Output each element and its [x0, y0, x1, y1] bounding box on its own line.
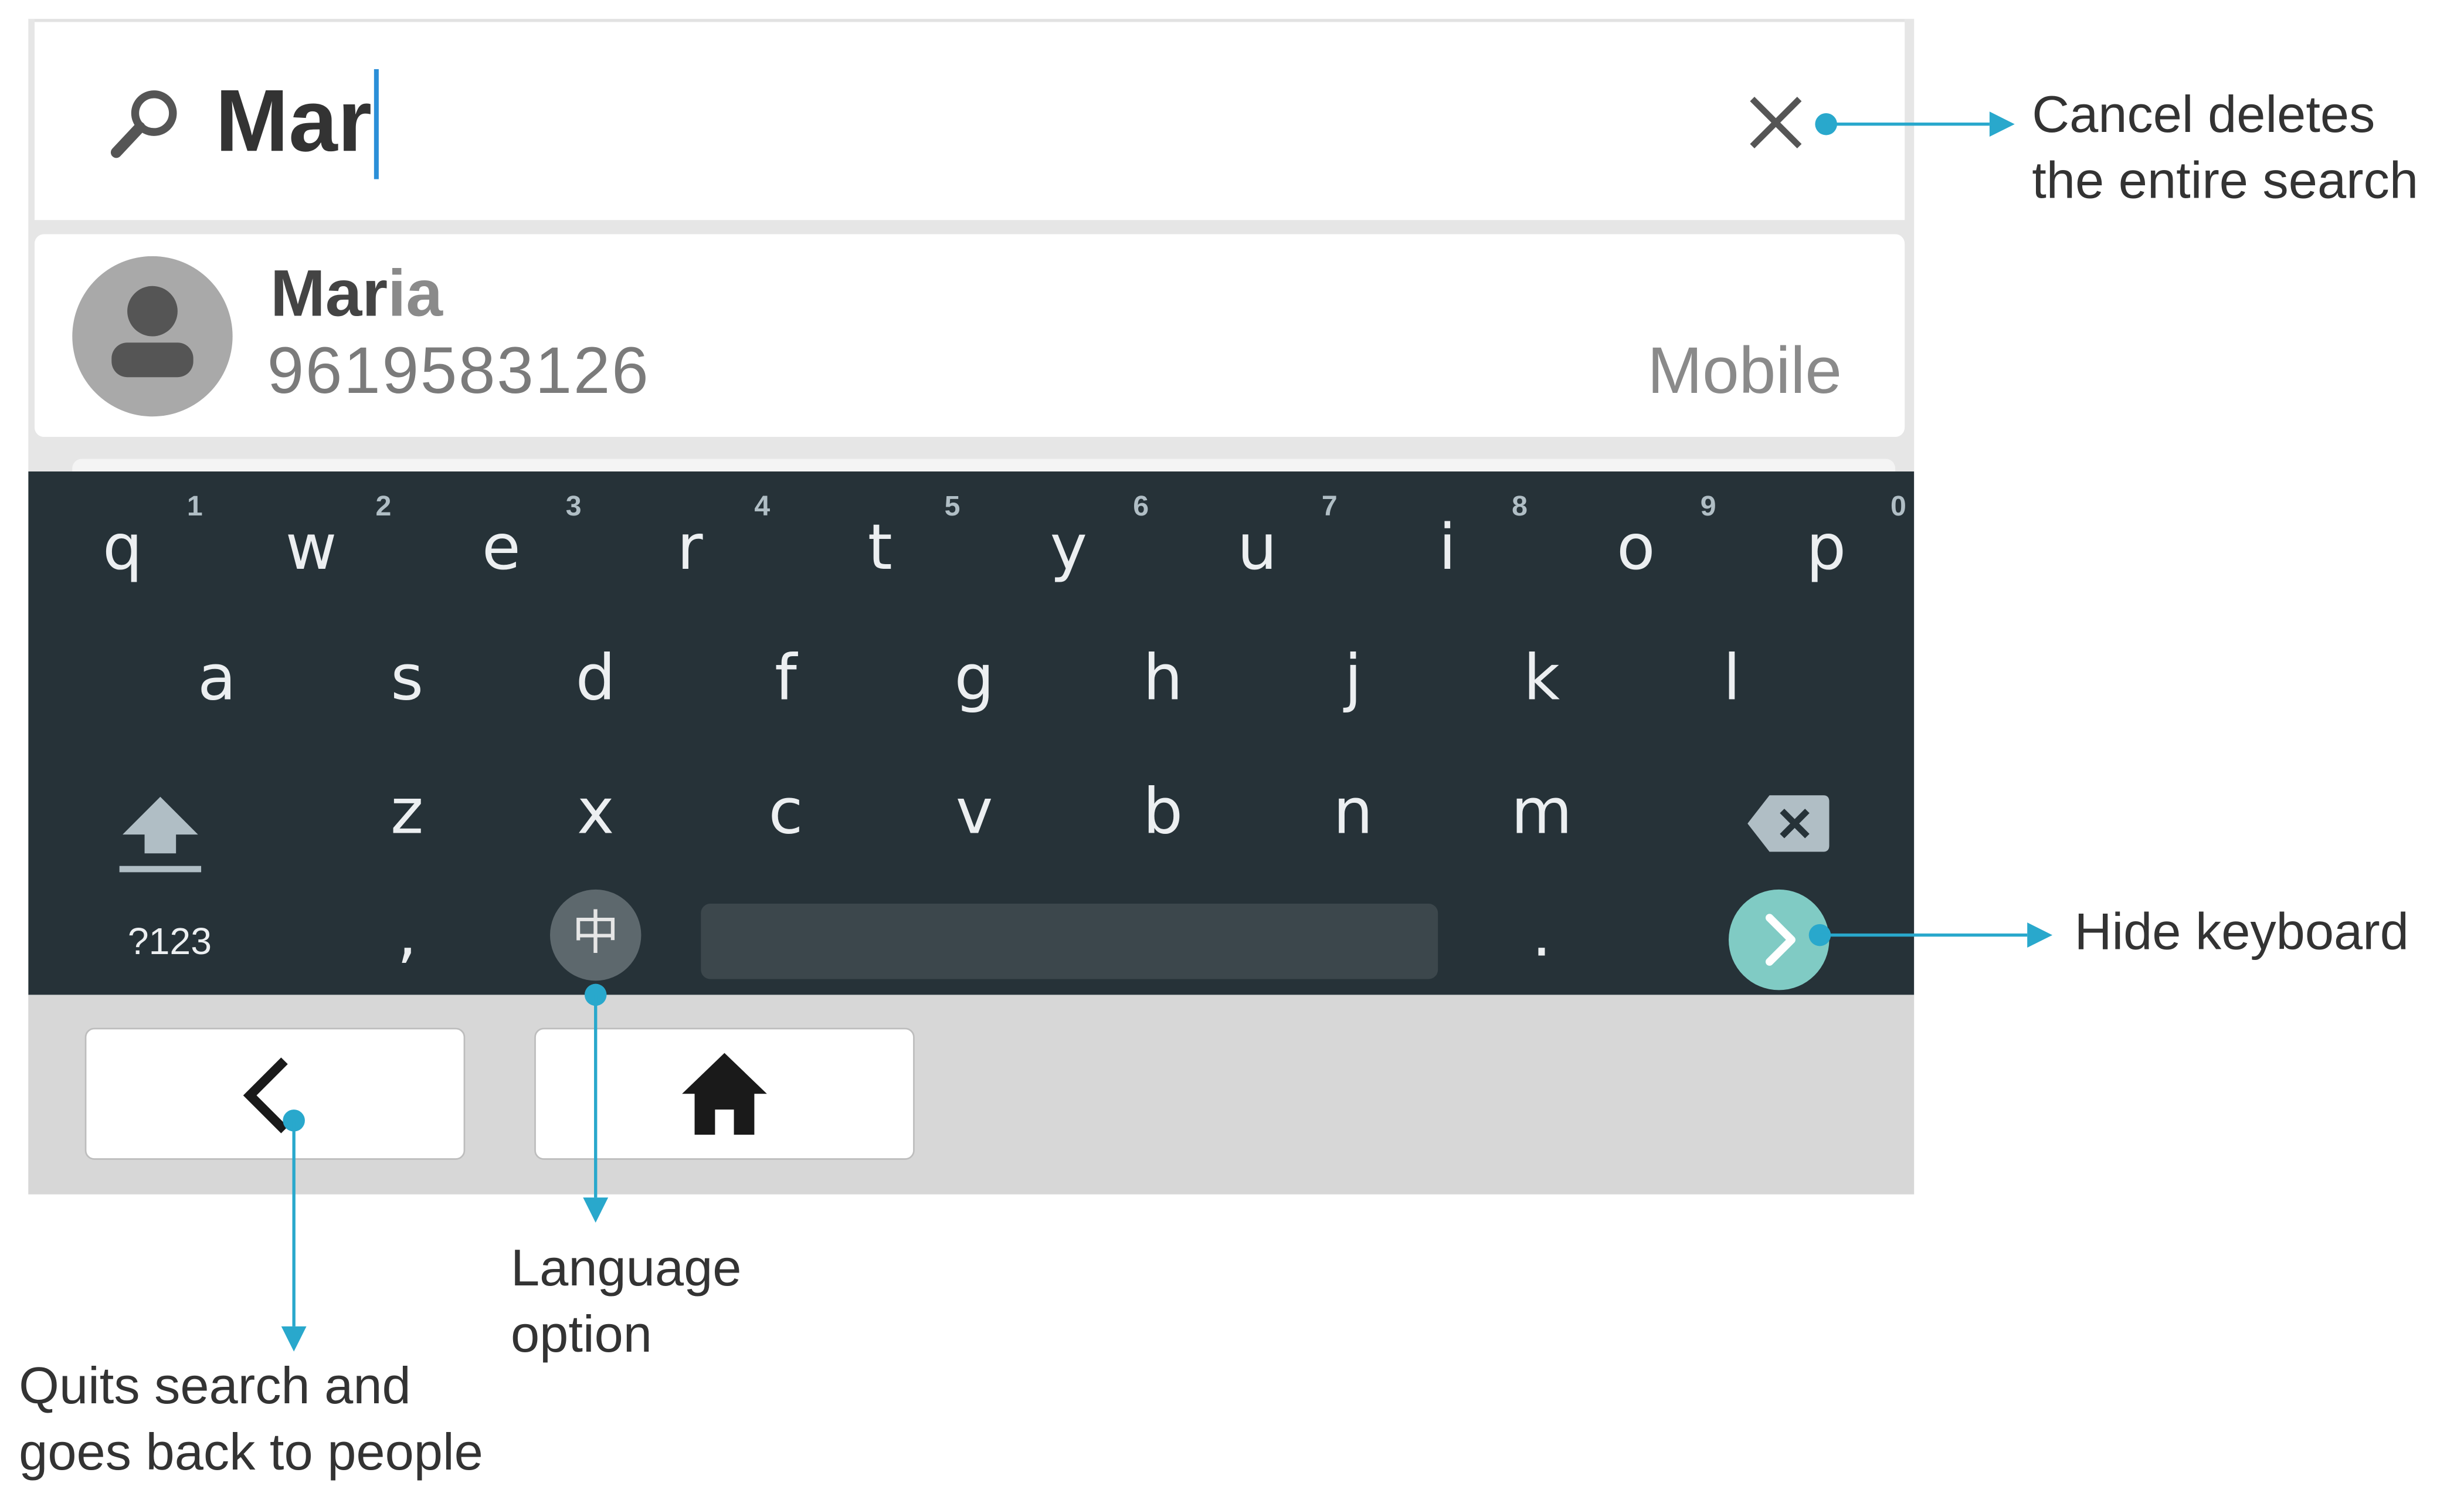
language-annotation: Language option	[511, 1235, 741, 1367]
quit-annotation-line2: goes back to people	[19, 1422, 483, 1481]
hide-keyboard-annotation: Hide keyboard	[2074, 902, 2409, 961]
cancel-annotation-line2: the entire search	[2032, 151, 2419, 209]
language-annotation-line2: option	[511, 1304, 652, 1363]
quit-annotation-line1: Quits search and	[19, 1356, 411, 1414]
cancel-annotation-line1: Cancel deletes	[2032, 84, 2375, 143]
annotation-lines	[281, 111, 2053, 1352]
language-annotation-line1: Language	[511, 1238, 742, 1297]
stage: Mar Maria 9619583126 Mobile q w e r t y …	[0, 0, 2464, 1493]
cancel-annotation: Cancel deletes the entire search	[2032, 82, 2418, 213]
quit-annotation: Quits search and goes back to people	[19, 1353, 483, 1485]
